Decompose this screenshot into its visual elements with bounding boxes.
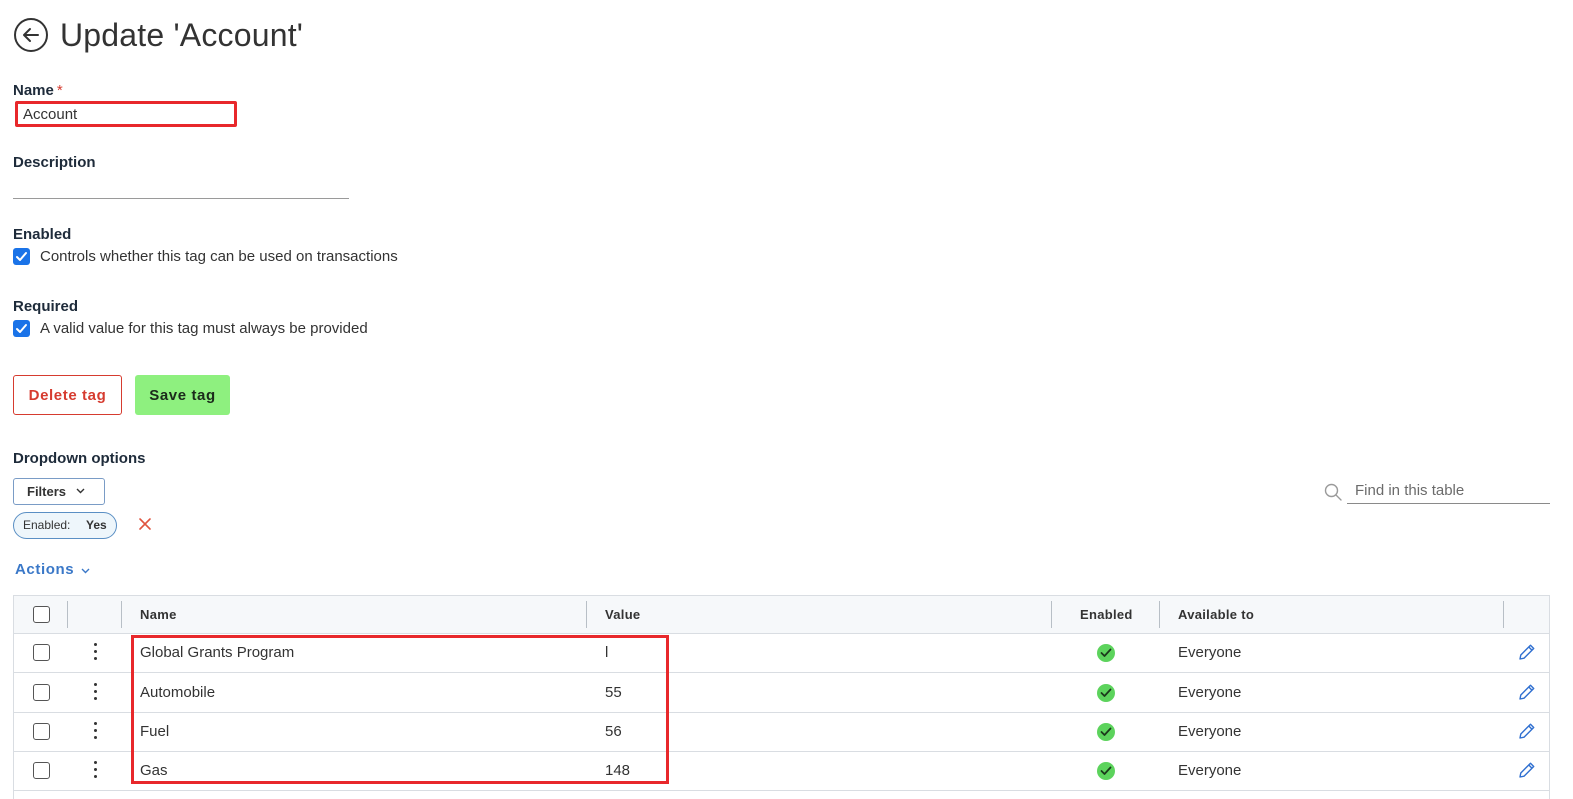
row-available-to: Everyone	[1178, 684, 1242, 701]
delete-tag-button[interactable]: Delete tag	[13, 375, 122, 415]
column-divider[interactable]	[1159, 601, 1160, 628]
arrow-left-icon	[23, 28, 39, 42]
name-label: Name *	[13, 82, 63, 99]
table-search-input[interactable]	[1347, 478, 1550, 504]
row-checkbox[interactable]	[33, 684, 50, 701]
required-label: Required	[13, 298, 79, 315]
column-divider[interactable]	[586, 601, 587, 628]
required-description: A valid value for this tag must always b…	[40, 320, 368, 337]
pencil-icon[interactable]	[1517, 721, 1537, 741]
row-checkbox[interactable]	[33, 644, 50, 661]
more-options-icon[interactable]	[94, 643, 98, 662]
row-name: Gas	[140, 762, 168, 779]
required-checkbox[interactable]	[13, 320, 30, 337]
more-options-icon[interactable]	[94, 722, 98, 741]
name-input[interactable]	[15, 101, 237, 127]
chevron-down-icon	[81, 568, 90, 574]
row-available-to: Everyone	[1178, 723, 1242, 740]
more-options-icon[interactable]	[94, 761, 98, 780]
table-header: Name Value Enabled Available to	[14, 596, 1549, 634]
save-tag-button[interactable]: Save tag	[135, 375, 230, 415]
description-label: Description	[13, 154, 96, 171]
checkmark-icon	[16, 252, 27, 261]
checkmark-icon	[16, 324, 27, 333]
pencil-icon[interactable]	[1517, 760, 1537, 780]
table-row[interactable]: Gas 148 Everyone	[14, 751, 1549, 791]
required-asterisk: *	[56, 82, 63, 99]
column-header-available-to[interactable]: Available to	[1178, 607, 1254, 622]
enabled-check-icon	[1097, 684, 1115, 702]
row-available-to: Everyone	[1178, 762, 1242, 779]
row-available-to: Everyone	[1178, 644, 1242, 661]
enabled-label: Enabled	[13, 226, 72, 243]
dropdown-options-title: Dropdown options	[13, 450, 146, 467]
clear-filters-icon[interactable]	[137, 516, 153, 532]
row-value: l	[605, 644, 609, 661]
options-table: Name Value Enabled Available to Global G…	[13, 595, 1550, 799]
enabled-check-icon	[1097, 762, 1115, 780]
table-row[interactable]: Automobile 55 Everyone	[14, 673, 1549, 713]
more-options-icon[interactable]	[94, 683, 98, 702]
table-row[interactable]: Fuel 56 Everyone	[14, 712, 1549, 752]
chip-key: Enabled:	[23, 518, 71, 532]
row-name: Fuel	[140, 723, 170, 740]
column-divider[interactable]	[1051, 601, 1052, 628]
column-divider	[67, 601, 68, 628]
column-header-enabled[interactable]: Enabled	[1080, 607, 1133, 622]
row-value: 56	[605, 723, 622, 740]
chip-value: Yes	[86, 518, 107, 532]
name-label-text: Name	[13, 82, 54, 99]
column-divider	[1503, 601, 1504, 628]
row-checkbox[interactable]	[33, 762, 50, 779]
enabled-check-icon	[1097, 723, 1115, 741]
enabled-check-icon	[1097, 644, 1115, 662]
back-button[interactable]	[14, 18, 48, 52]
enabled-description: Controls whether this tag can be used on…	[40, 248, 398, 265]
pencil-icon[interactable]	[1517, 642, 1537, 662]
chevron-down-icon	[76, 488, 85, 494]
row-name: Global Grants Program	[140, 644, 295, 661]
actions-label: Actions	[15, 561, 75, 578]
row-checkbox[interactable]	[33, 723, 50, 740]
row-name: Automobile	[140, 684, 216, 701]
filters-button[interactable]: Filters	[13, 478, 105, 505]
table-row[interactable]: Global Grants Program l Everyone	[14, 633, 1549, 673]
select-all-checkbox[interactable]	[33, 606, 50, 623]
filters-label: Filters	[27, 484, 67, 499]
column-divider	[121, 601, 122, 628]
search-icon	[1324, 483, 1342, 501]
actions-menu[interactable]: Actions	[15, 561, 90, 578]
column-header-value[interactable]: Value	[605, 607, 640, 622]
column-header-name[interactable]: Name	[140, 607, 177, 622]
description-input[interactable]	[13, 180, 349, 199]
row-value: 148	[605, 762, 631, 779]
filter-chip-enabled[interactable]: Enabled: Yes	[13, 512, 117, 539]
page-title: Update 'Account'	[60, 17, 304, 53]
pencil-icon[interactable]	[1517, 682, 1537, 702]
row-value: 55	[605, 684, 622, 701]
enabled-checkbox[interactable]	[13, 248, 30, 265]
